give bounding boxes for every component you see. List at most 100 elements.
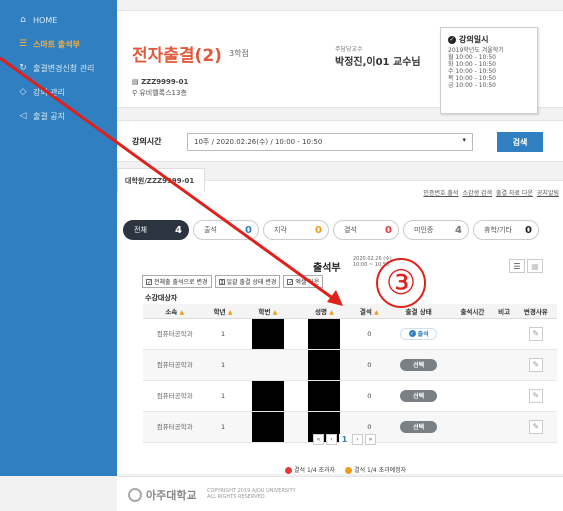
cell-reason: ✎ [514,349,557,381]
pill-label: 결석 [344,226,357,234]
sidebar-item-home[interactable]: ⌂ HOME [0,8,117,32]
col-student-id[interactable]: 학번 ▲ [239,304,297,319]
filter-pill-present[interactable]: 출석 0 [193,220,259,240]
pencil-icon[interactable]: ✎ [528,419,543,434]
red-dot-icon [285,467,292,474]
mark-all-present-button[interactable]: ✓ 전체출 출석으로 변경 [142,275,212,288]
university-name: 아주대학교 [146,489,197,502]
cell-absent: 0 [352,349,386,381]
course-code: ▤ ZZZ9999-01 [132,78,188,86]
filter-pill-leave[interactable]: 휴학/기타 0 [473,220,539,240]
status-button[interactable]: 선택 [400,420,438,433]
filter-pill-unverified[interactable]: 미인증 4 [403,220,469,240]
cell-year: 1 [206,411,240,443]
lecture-time-select[interactable]: 10주 / 2020.02.26(수) / 10:00 - 10:50 ▾ [187,133,473,151]
cell-year: 1 [206,318,240,350]
pencil-icon[interactable]: ✎ [528,326,543,341]
sidebar-item-label: 출결 공지 [33,111,65,121]
sidebar-item-change-requests[interactable]: ↻ 출결변경신청 관리 [0,56,117,80]
status-button[interactable]: 선택 [400,358,438,371]
pencil-icon[interactable]: ✎ [528,357,543,372]
redaction-block [308,380,341,411]
pill-label: 지각 [274,226,287,234]
course-credit: 3학점 [229,49,249,58]
student-search-link[interactable]: 소감생 검색 [462,188,492,197]
page-first-button[interactable]: « [313,434,324,445]
check-circle-icon: ✓ [448,35,456,44]
col-name[interactable]: 성명 ▲ [296,304,353,319]
status-button[interactable]: ✓ 출석 [400,327,438,340]
checkbox-icon: ✓ [146,278,153,286]
cell-time [451,411,494,443]
schedule-line: 목 10:00 - 10:50 [448,75,496,82]
col-time: 출석시간 [451,304,494,319]
sidebar: ⌂ HOME ☰ 스마트 출석부 ↻ 출결변경신청 관리 ◇ 강의 관리 ◁ 출… [0,0,117,476]
mark-all-present-label: 전체출 출석으로 변경 [154,279,208,286]
attendance-download-link[interactable]: 출결 자료 다운 [496,188,533,197]
attendance-title: 출석부 [313,263,341,274]
pill-count: 0 [385,224,392,236]
pencil-icon[interactable]: ✎ [528,388,543,403]
status-filter-pills: 전체 4 출석 0 지각 0 결석 0 미인증 4 휴학/기타 0 [123,220,539,240]
cell-status: 선택 [385,380,452,412]
legend-item-over: 결석 1/4 초과자 [285,465,335,474]
col-year[interactable]: 학년 ▲ [206,304,240,319]
sort-icon: ▲ [227,308,233,316]
sidebar-item-course-management[interactable]: ◇ 강의 관리 [0,80,117,104]
cell-dept: 컴퓨터공학과 [143,380,207,412]
page-last-button[interactable]: » [365,434,376,445]
cell-note [493,411,515,443]
absence-legend: 결석 1/4 초과자 결석 1/4 초과예정자 [285,465,406,474]
sidebar-item-notices[interactable]: ◁ 출결 공지 [0,104,117,128]
course-title: 전자출결(2) [132,46,222,66]
schedule-line: 화 10:00 - 10:50 [448,61,496,68]
schedule-title: ✓ 강의일시 [448,34,530,45]
col-absent[interactable]: 결석 ▲ [352,304,386,319]
col-dept[interactable]: 소속 ▲ [143,304,207,319]
orange-dot-icon [345,467,353,474]
sidebar-item-smart-attendance[interactable]: ☰ 스마트 출석부 [0,32,117,56]
annotation-step-number: ③ [376,258,426,308]
search-button[interactable]: 검색 [497,132,543,152]
filter-pill-late[interactable]: 지각 0 [263,220,329,240]
col-label: 학년 [213,307,226,316]
course-info-card: 전자출결(2) 3학점 ▤ ZZZ9999-01 ⚲ 유비벨록스13층 주담당교… [117,10,563,114]
lecture-time-selected: 10주 / 2020.02.26(수) / 10:00 - 10:50 [194,138,323,146]
col-label: 소속 [165,307,178,316]
page-current[interactable]: 1 [339,434,350,445]
course-room-text: 유비벨록스13층 [139,89,187,97]
cell-reason: ✎ [514,318,557,350]
auth-code-attendance-link[interactable]: 인증번호 출석 [423,188,458,197]
cell-absent: 0 [352,380,386,412]
pill-count: 0 [315,224,322,236]
table-row: 컴퓨터공학과 1 0 선택 ✎ [143,349,557,381]
legend-label: 결석 1/4 초과예정자 [354,467,407,474]
university-logo: 아주대학교 [128,487,197,503]
cell-name [296,349,353,381]
copyright-line: ALL RIGHTS RESERVED. [207,494,267,500]
bulk-status-change-button[interactable]: ↕ 일괄 출결 상태 변경 [214,275,281,288]
pagination: « ‹ 1 › » [313,434,376,445]
notice-alert-link[interactable]: 공지알림 [537,188,559,197]
redaction-block [308,318,341,349]
list-view-icon[interactable]: ☰ [509,259,525,273]
sidebar-item-label: HOME [33,15,58,25]
excel-download-button[interactable]: ✓ 엑셀 다운 [283,275,324,288]
cell-status: 선택 [385,349,452,381]
pill-label: 미인증 [414,226,434,234]
filter-pill-all[interactable]: 전체 4 [123,220,189,240]
redaction-block [251,411,284,442]
status-button[interactable]: 선택 [400,389,438,402]
schedule-box: ✓ 강의일시 2019학년도 겨울학기 월 10:00 - 10:50 화 10… [440,27,538,114]
excel-download-label: 엑셀 다운 [295,279,320,286]
cell-reason: ✎ [514,380,557,412]
schedule-semester: 2019학년도 겨울학기 [448,47,504,54]
page-next-button[interactable]: › [352,434,363,445]
cell-dept: 컴퓨터공학과 [143,349,207,381]
sort-icon: ▲ [374,308,379,316]
grid-view-icon[interactable]: ▦ [527,259,543,273]
page-prev-button[interactable]: ‹ [326,434,337,445]
filter-pill-absent[interactable]: 결석 0 [333,220,399,240]
tab-course[interactable]: 대학원/ZZZ9999-01 [117,168,205,192]
sort-icon: ▲ [272,308,278,316]
